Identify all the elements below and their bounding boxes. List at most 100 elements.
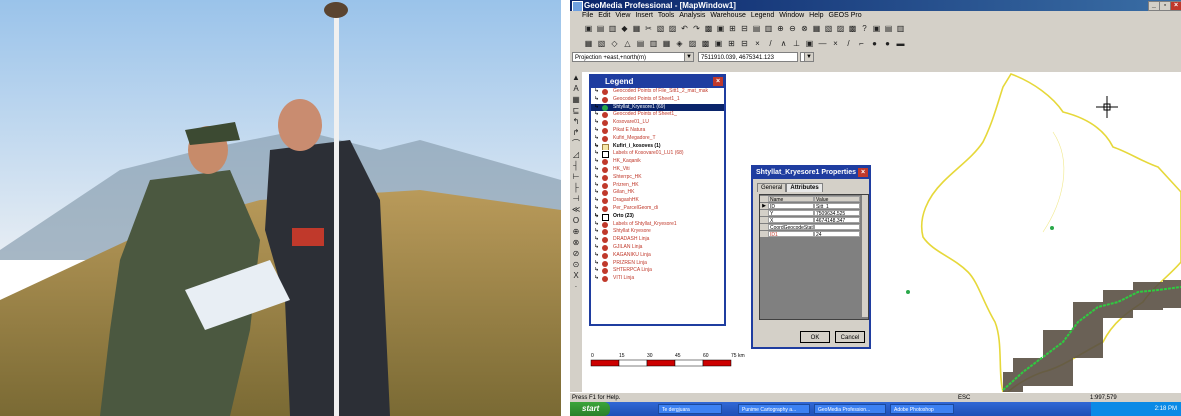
grid-row[interactable]: ID1 24 (760, 231, 860, 237)
tab-attributes[interactable]: Attributes (786, 183, 823, 192)
toolbar-tool-icon[interactable]: ▦ (584, 39, 593, 48)
toolbar-tool-icon[interactable]: ⊟ (740, 39, 749, 48)
legend-item[interactable]: ↳ GJILAN Linja (591, 244, 724, 252)
row-selector[interactable] (760, 210, 768, 216)
left-tool-icon[interactable]: O (570, 215, 582, 226)
toolbar-tool-icon[interactable]: ▥ (649, 39, 658, 48)
toolbar-tool-icon[interactable]: ▦ (812, 24, 821, 33)
attribute-grid[interactable]: Name Value ▶ ID Sitt_1 Y 7509634.525 X 4674148.3… (759, 194, 869, 320)
legend-item[interactable]: ↳ Geocoded Points of Sheet1_1 (591, 96, 724, 104)
toolbar-tool-icon[interactable]: ▬ (896, 39, 905, 48)
toolbar-tool-icon[interactable]: ⊕ (776, 24, 785, 33)
toolbar-tool-icon[interactable]: ▤ (636, 39, 645, 48)
row-selector[interactable] (760, 196, 768, 202)
task-te-dergjuara[interactable]: Te dergjuara (658, 404, 722, 414)
menu-item[interactable]: Window (779, 12, 804, 19)
left-tool-icon[interactable]: ⊘ (570, 248, 582, 259)
properties-dialog[interactable]: Shtyllat_Kryesore1 Properties × General A… (751, 165, 871, 349)
legend-item[interactable]: ↳ Pikat E Natura (591, 127, 724, 135)
toolbar-tool-icon[interactable]: ↶ (680, 24, 689, 33)
menu-item[interactable]: GEOS Pro (829, 12, 862, 19)
legend-item[interactable]: ↳ Kufiri_Megadore_T (591, 135, 724, 143)
toolbar-tool-icon[interactable]: ▧ (824, 24, 833, 33)
toolbar-tool-icon[interactable]: ▨ (668, 24, 677, 33)
toolbar-tool-icon[interactable]: ⌐ (857, 39, 866, 48)
menu-item[interactable]: File (582, 12, 593, 19)
toolbar-tool-icon[interactable]: ▩ (848, 24, 857, 33)
toolbar-tool-icon[interactable]: / (766, 39, 775, 48)
left-tool-icon[interactable]: ┤ (570, 160, 582, 171)
toolbar-tool-icon[interactable]: ⊞ (728, 24, 737, 33)
task-punime-cartography[interactable]: Punime Cartography a... (738, 404, 810, 414)
toolbar-tool-icon[interactable]: ▤ (596, 24, 605, 33)
row-selector[interactable]: ▶ (760, 203, 768, 209)
toolbar-tool-icon[interactable]: ▣ (872, 24, 881, 33)
close-button[interactable]: × (1170, 1, 1181, 11)
toolbar-tool-icon[interactable]: ▩ (704, 24, 713, 33)
left-tool-icon[interactable]: ↱ (570, 127, 582, 138)
toolbar-tool-icon[interactable]: ⊗ (800, 24, 809, 33)
legend-item[interactable]: ↳ Prizren_HK (591, 182, 724, 190)
left-tool-icon[interactable]: ⊑ (570, 105, 582, 116)
toolbar-tool-icon[interactable]: ▧ (597, 39, 606, 48)
properties-close-button[interactable]: × (858, 168, 868, 177)
toolbar-tool-icon[interactable]: ▣ (805, 39, 814, 48)
toolbar-tool-icon[interactable]: ▧ (656, 24, 665, 33)
left-tool-icon[interactable]: ◿ (570, 149, 582, 160)
tab-general[interactable]: General (757, 183, 787, 192)
toolbar-tool-icon[interactable]: ◇ (610, 39, 619, 48)
toolbar-tool-icon[interactable]: ▥ (764, 24, 773, 33)
legend-item[interactable]: ↳ Geocoded Points of Sheet1_ (591, 111, 724, 119)
legend-item[interactable]: ↳ Shtyllat_Kryesore1 (69) (591, 103, 724, 112)
toolbar-tool-icon[interactable]: ∧ (779, 39, 788, 48)
left-tool-icon[interactable]: A (570, 83, 582, 94)
menu-item[interactable]: Warehouse (710, 12, 746, 19)
menu-item[interactable]: View (615, 12, 630, 19)
legend-item[interactable]: ↳ Labels of Kosovare01_LU1 (68) (591, 150, 724, 159)
legend-item[interactable]: ↳ Kosovare01_LU (591, 119, 724, 127)
toolbar-tool-icon[interactable]: ▦ (632, 24, 641, 33)
grid-value-cell[interactable]: 7509634.525 (814, 210, 860, 216)
legend-item[interactable]: ↳ Kufiri_i_kosoves (1) (591, 143, 724, 151)
left-tool-icon[interactable]: ⊢ (570, 171, 582, 182)
toolbar-tool-icon[interactable]: ↷ (692, 24, 701, 33)
toolbar-tool-icon[interactable]: ▣ (716, 24, 725, 33)
legend-item[interactable]: ↳ Shtyllat Kryesore (591, 228, 724, 236)
left-tool-icon[interactable]: ≪ (570, 204, 582, 215)
toolbar-tool-icon[interactable]: × (831, 39, 840, 48)
legend-item[interactable]: ↳ PRIZREN Linja (591, 260, 724, 268)
legend-item[interactable]: ↳ DragashHK (591, 197, 724, 205)
legend-item[interactable]: ↳ Geocoded Points of File_Sitt1_2_mat_mak (591, 88, 724, 96)
toolbar-tool-icon[interactable]: ▨ (688, 39, 697, 48)
toolbar-tool-icon[interactable]: ▣ (584, 24, 593, 33)
survey-point[interactable] (1050, 226, 1054, 230)
legend-close-button[interactable]: × (713, 77, 723, 86)
legend-item[interactable]: ↳ HK_Kaqanik (591, 158, 724, 166)
toolbar-tool-icon[interactable]: ⊞ (727, 39, 736, 48)
task-geomedia[interactable]: GeoMedia Profession... (814, 404, 886, 414)
grid-value-cell[interactable]: 4674148.347 (814, 217, 860, 223)
left-tool-icon[interactable]: · (570, 281, 582, 292)
left-tool-icon[interactable]: ⊣ (570, 193, 582, 204)
toolbar-tool-icon[interactable]: ▩ (701, 39, 710, 48)
legend-item[interactable]: ↳ Shterrpc_HK (591, 174, 724, 182)
legend-item[interactable]: ↳ KAGANIKU Linja (591, 252, 724, 260)
legend-item[interactable]: ↳ Gilan_HK (591, 189, 724, 197)
task-adobe-photoshop[interactable]: Adobe Photoshop (890, 404, 954, 414)
chevron-down-icon[interactable]: ▼ (684, 53, 693, 61)
grid-row[interactable]: X 4674148.347 (760, 217, 860, 223)
survey-point[interactable] (906, 290, 910, 294)
toolbar-tool-icon[interactable]: ▦ (662, 39, 671, 48)
legend-item[interactable]: ↳ VITI Linja (591, 275, 724, 283)
row-selector[interactable] (760, 217, 768, 223)
menu-item[interactable]: Analysis (679, 12, 705, 19)
grid-row[interactable]: CoordGeocodeStatu (760, 224, 860, 230)
legend-item[interactable]: ↳ SHTERPCA Linja (591, 267, 724, 275)
left-tool-icon[interactable]: ├ (570, 182, 582, 193)
left-tool-icon[interactable]: ⊙ (570, 259, 582, 270)
start-button[interactable]: start (570, 402, 610, 416)
left-tool-icon[interactable]: ⊗ (570, 237, 582, 248)
toolbar-tool-icon[interactable]: ✂ (644, 24, 653, 33)
grid-value-cell[interactable]: Sitt_1 (814, 203, 860, 209)
coordinate-dropdown[interactable]: ▼ (800, 52, 814, 62)
